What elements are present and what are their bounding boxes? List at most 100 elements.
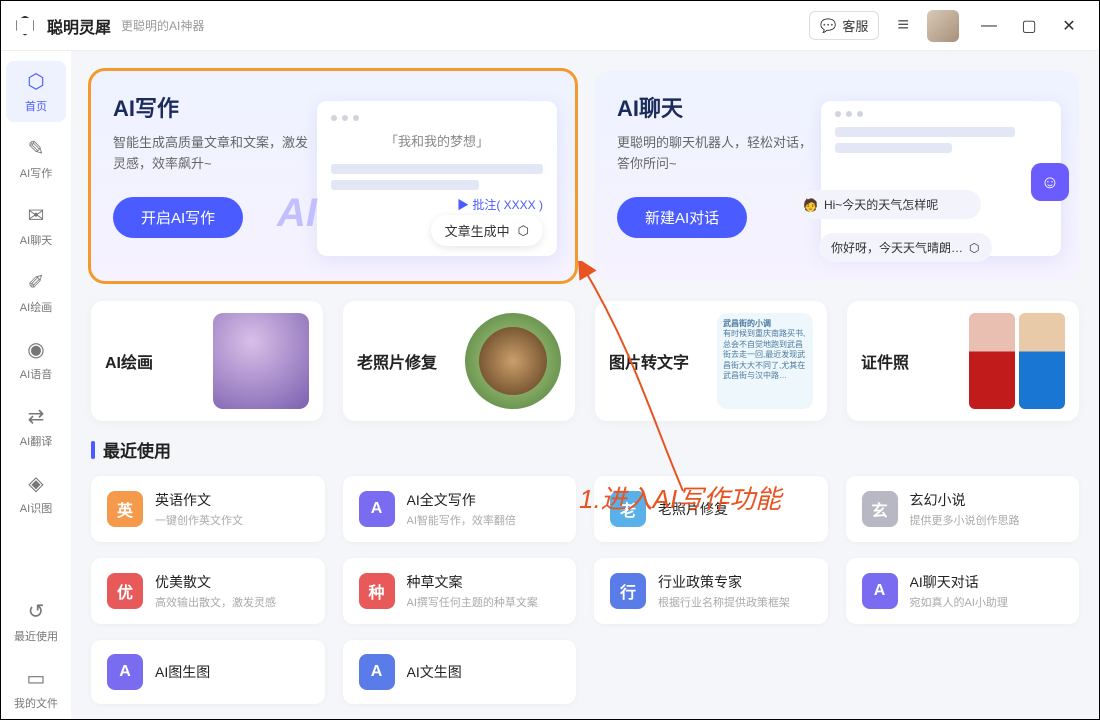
painting-thumb (213, 313, 309, 409)
user-avatar[interactable] (927, 10, 959, 42)
recent-item-title: 玄幻小说 (910, 490, 1020, 510)
nav-label: AI语音 (20, 366, 52, 382)
nav-label: AI识图 (20, 500, 52, 516)
chat-bubble-ai: 你好呀，今天天气晴朗… ⬡ (819, 233, 992, 262)
recent-item-icon: A (107, 654, 143, 690)
sample-title: 「我和我的梦想」 (331, 131, 543, 150)
translate-icon: ⇄ (28, 404, 45, 429)
nav-ai-chat[interactable]: ✉ AI聊天 (6, 195, 66, 256)
folder-icon: ▭ (27, 666, 46, 691)
recent-item-icon: A (862, 573, 898, 609)
recent-item-icon: A (359, 491, 395, 527)
recent-item-title: AI图生图 (155, 662, 210, 682)
recent-item-title: AI聊天对话 (910, 572, 1008, 592)
maximize-button[interactable]: ▢ (1009, 16, 1049, 36)
recent-item[interactable]: 英英语作文一键创作英文作文 (91, 476, 325, 542)
nav-ai-writing[interactable]: ✎ AI写作 (6, 128, 66, 189)
ai-watermark: AI (277, 191, 317, 236)
sidebar: ⬡ 首页 ✎ AI写作 ✉ AI聊天 ✐ AI绘画 ◉ AI语音 ⇄ AI翻译 … (1, 51, 71, 719)
recent-item[interactable]: 行行业政策专家根据行业名称提供政策框架 (594, 558, 828, 624)
nav-recent[interactable]: ↺ 最近使用 (6, 591, 66, 652)
recent-item-title: AI全文写作 (407, 490, 516, 510)
generation-status: 文章生成中 ⬡ (431, 215, 543, 246)
tile-title: AI绘画 (105, 349, 153, 373)
recent-grid: 英英语作文一键创作英文作文AAI全文写作AI智能写作，效率翻倍老老照片修复玄玄幻… (91, 476, 1079, 704)
tile-title: 证件照 (861, 349, 909, 373)
hero-ai-chat[interactable]: AI聊天 更聪明的聊天机器人，轻松对话，答你所问~ 新建AI对话 ☺ 🧑 Hi~… (595, 71, 1079, 281)
history-icon: ↺ (28, 599, 45, 624)
chat-illustration: ☺ 🧑 Hi~今天的天气怎样呢 你好呀，今天天气晴朗… ⬡ (821, 101, 1061, 256)
recent-item-icon: 玄 (862, 491, 898, 527)
recent-item-sub: AI智能写作，效率翻倍 (407, 512, 516, 528)
brush-icon: ✐ (28, 270, 45, 295)
recent-item-title: 英语作文 (155, 490, 243, 510)
recent-item-title: 行业政策专家 (658, 572, 790, 592)
app-logo-icon (11, 12, 39, 40)
menu-button[interactable]: ≡ (889, 10, 917, 41)
tile-ocr[interactable]: 图片转文字 武昌街的小调 有时候到重庆南路买书,总会不自觉地跑到武昌街去走一回,… (595, 301, 827, 421)
chat-bubble-user: 🧑 Hi~今天的天气怎样呢 (791, 190, 981, 219)
chat-icon: ✉ (28, 203, 45, 228)
hero-desc: 智能生成高质量文章和文案，激发灵感，效率飙升~ (113, 133, 313, 175)
chat-icon: 💬 (820, 18, 836, 34)
tile-id-photo[interactable]: 证件照 (847, 301, 1079, 421)
recent-item-sub: 一键创作英文作文 (155, 512, 243, 528)
recent-item-sub: 宛如真人的AI小助理 (910, 594, 1008, 610)
nav-ai-ocr[interactable]: ◈ AI识图 (6, 463, 66, 524)
nav-label: AI绘画 (20, 299, 52, 315)
recent-item-icon: 英 (107, 491, 143, 527)
nav-ai-translate[interactable]: ⇄ AI翻译 (6, 396, 66, 457)
recent-item-sub: 根据行业名称提供政策框架 (658, 594, 790, 610)
hero-desc: 更聪明的聊天机器人，轻松对话，答你所问~ (617, 133, 817, 175)
pen-icon: ✎ (28, 136, 45, 161)
recent-item-sub: 提供更多小说创作思路 (910, 512, 1020, 528)
hexagon-icon: ⬡ (27, 69, 44, 94)
recent-item-icon: 行 (610, 573, 646, 609)
recent-item[interactable]: A AI全文写作 AI智能写作，效率翻倍 (343, 476, 577, 542)
tile-ai-painting[interactable]: AI绘画 (91, 301, 323, 421)
tile-photo-restore[interactable]: 老照片修复 (343, 301, 575, 421)
recent-item-sub: 高效输出散文，激发灵感 (155, 594, 276, 610)
recent-item[interactable]: 优优美散文高效输出散文，激发灵感 (91, 558, 325, 624)
recent-item-title: 老照片修复 (658, 499, 728, 519)
nav-home[interactable]: ⬡ 首页 (6, 61, 66, 122)
recent-item-icon: 种 (359, 573, 395, 609)
app-subtitle: 更聪明的AI神器 (121, 17, 204, 34)
nav-label: 最近使用 (14, 628, 58, 644)
main-content: AI写作 智能生成高质量文章和文案，激发灵感，效率飙升~ 开启AI写作 「我和我… (71, 51, 1099, 719)
recent-item-icon: 优 (107, 573, 143, 609)
avatar-icon: 🧑 (803, 198, 818, 212)
recent-item[interactable]: A AI图生图 (91, 640, 325, 704)
support-label: 客服 (842, 16, 868, 35)
nav-my-files[interactable]: ▭ 我的文件 (6, 658, 66, 719)
restore-thumb (465, 313, 561, 409)
recent-item-title: AI文生图 (407, 662, 462, 682)
nav-label: 首页 (25, 98, 47, 114)
nav-label: AI翻译 (20, 433, 52, 449)
recent-item[interactable]: AAI文生图 (343, 640, 577, 704)
recent-item-sub: AI撰写任何主题的种草文案 (407, 594, 538, 610)
ocr-thumb: 武昌街的小调 有时候到重庆南路买书,总会不自觉地跑到武昌街去走一回,最近发现武昌… (717, 313, 813, 409)
tile-title: 图片转文字 (609, 349, 689, 373)
new-ai-chat-button[interactable]: 新建AI对话 (617, 197, 747, 238)
nav-ai-voice[interactable]: ◉ AI语音 (6, 329, 66, 390)
recent-item[interactable]: 老老照片修复 (594, 476, 828, 542)
recent-item[interactable]: 玄玄幻小说提供更多小说创作思路 (846, 476, 1080, 542)
nav-ai-painting[interactable]: ✐ AI绘画 (6, 262, 66, 323)
sample-comment: ▶ 批注( XXXX ) (331, 196, 543, 213)
start-ai-writing-button[interactable]: 开启AI写作 (113, 197, 243, 238)
recent-item-icon: 老 (610, 491, 646, 527)
titlebar: 聪明灵犀 更聪明的AI神器 💬 客服 ≡ — ▢ ✕ (1, 1, 1099, 51)
nav-label: AI写作 (20, 165, 52, 181)
close-button[interactable]: ✕ (1049, 16, 1089, 36)
hero-ai-writing[interactable]: AI写作 智能生成高质量文章和文案，激发灵感，效率飙升~ 开启AI写作 「我和我… (91, 71, 575, 281)
recent-item[interactable]: A AI聊天对话宛如真人的AI小助理 (846, 558, 1080, 624)
recent-item-title: 种草文案 (407, 572, 538, 592)
recent-item-title: 优美散文 (155, 572, 276, 592)
mic-icon: ◉ (27, 337, 44, 362)
nav-label: 我的文件 (14, 695, 58, 711)
recent-item[interactable]: 种种草文案 AI撰写任何主题的种草文案 (343, 558, 577, 624)
minimize-button[interactable]: — (969, 17, 1009, 35)
support-button[interactable]: 💬 客服 (809, 11, 879, 40)
idphoto-thumb (969, 313, 1065, 409)
